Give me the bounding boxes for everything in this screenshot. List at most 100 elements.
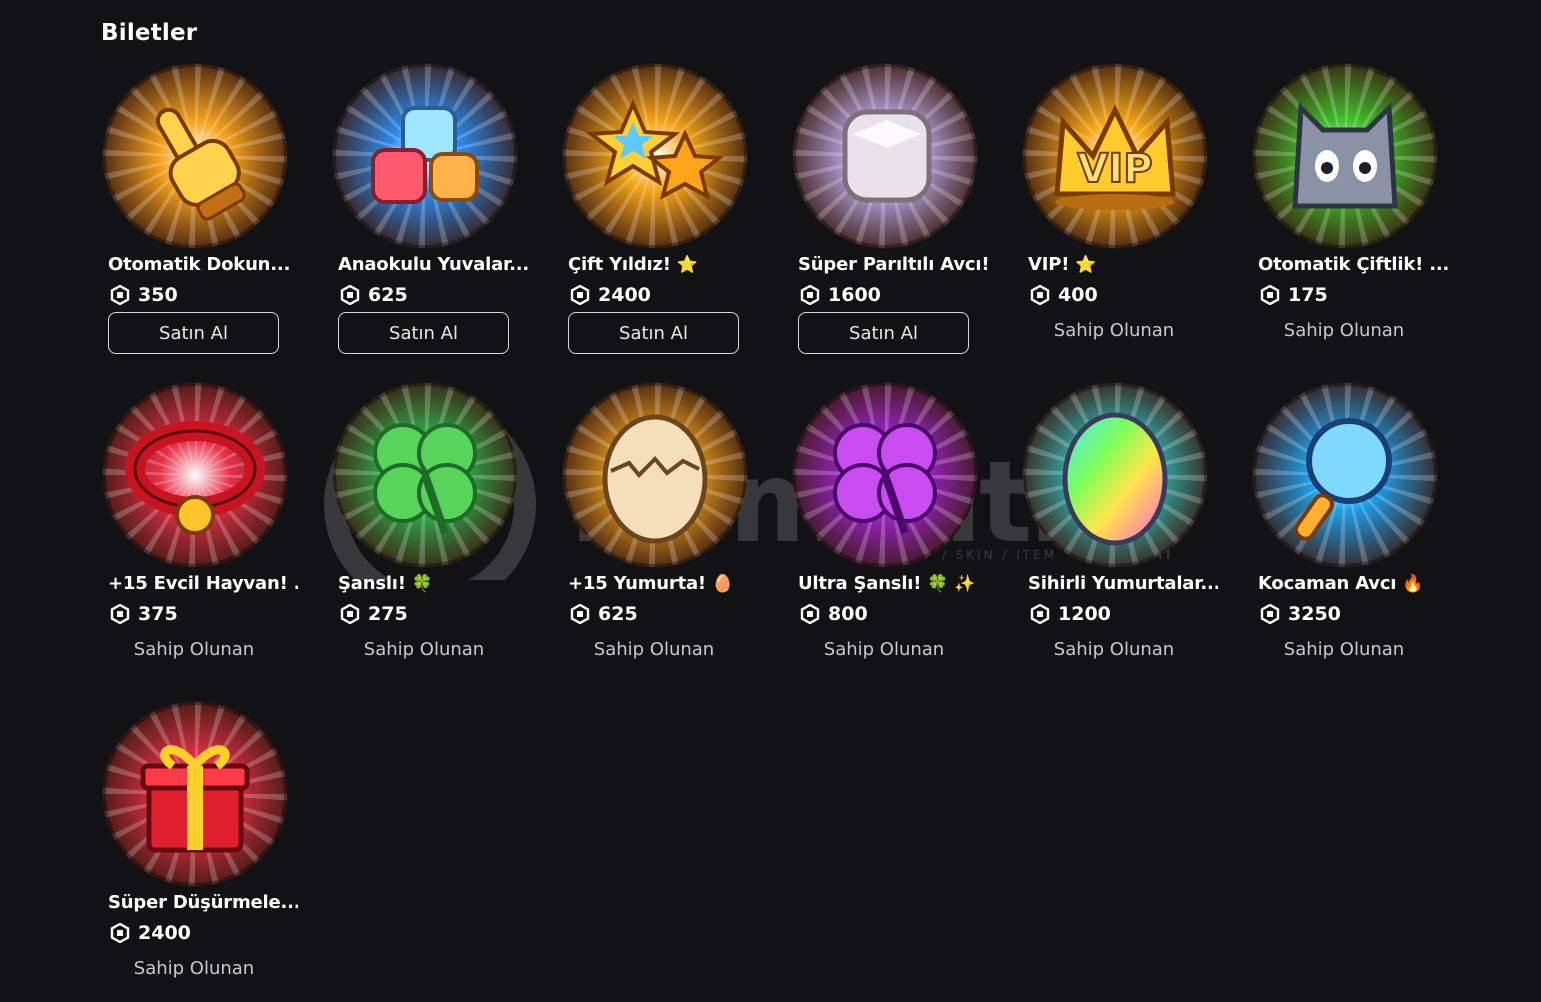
ticket-name-text: Kocaman Avcı bbox=[1258, 573, 1397, 594]
ticket-card[interactable]: +15 Evcil Hayvan! ... 375 Sahip Olunan bbox=[103, 383, 308, 683]
owned-status: Sahip Olunan bbox=[133, 639, 255, 660]
name-emoji-icon: ⭐ bbox=[676, 255, 698, 275]
pet-collar-icon[interactable] bbox=[103, 383, 287, 567]
ticket-name-text: Şanslı! bbox=[338, 573, 406, 594]
robux-icon bbox=[570, 603, 590, 625]
ticket-name-text: Süper Parıltılı Avcı! bbox=[798, 254, 988, 275]
ticket-name[interactable]: Sihirli Yumurtalar... bbox=[1028, 573, 1218, 594]
price-row: 800 bbox=[800, 601, 868, 627]
robux-icon bbox=[110, 603, 130, 625]
ticket-card[interactable]: Çift Yıldız! ⭐ 2400 Satın Al bbox=[563, 64, 768, 364]
ticket-card[interactable]: Ultra Şanslı! 🍀 ✨ 800 Sahip Olunan bbox=[793, 383, 998, 683]
ticket-name[interactable]: Anaokulu Yuvalar... bbox=[338, 254, 528, 275]
ticket-name[interactable]: Süper Parıltılı Avcı! bbox=[798, 254, 988, 275]
robux-icon bbox=[1260, 284, 1280, 306]
robux-icon bbox=[340, 603, 360, 625]
ticket-name[interactable]: VIP! ⭐ bbox=[1028, 254, 1218, 275]
ticket-name[interactable]: Ultra Şanslı! 🍀 ✨ bbox=[798, 573, 988, 594]
price-row: 2400 bbox=[110, 920, 191, 946]
purple-clover-icon[interactable] bbox=[793, 383, 977, 567]
robux-icon bbox=[1030, 284, 1050, 306]
ticket-card[interactable]: Anaokulu Yuvalar... 625 Satın Al bbox=[333, 64, 538, 364]
name-emoji-icon: 🥚 bbox=[711, 574, 733, 594]
owned-status: Sahip Olunan bbox=[133, 958, 255, 979]
ticket-name-text: +15 Yumurta! bbox=[568, 573, 706, 594]
owned-status: Sahip Olunan bbox=[1283, 639, 1405, 660]
ticket-name[interactable]: +15 Yumurta! 🥚 bbox=[568, 573, 758, 594]
price-row: 375 bbox=[110, 601, 178, 627]
owned-status: Sahip Olunan bbox=[1053, 639, 1175, 660]
owned-status: Sahip Olunan bbox=[823, 639, 945, 660]
ticket-grid: Otomatik Dokun... 350 Satın Al Anaokulu Yuv… bbox=[0, 0, 1541, 988]
ticket-price: 275 bbox=[368, 603, 408, 625]
robux-icon bbox=[1260, 603, 1280, 625]
svg-text:VIP: VIP bbox=[1077, 146, 1152, 192]
ticket-name-text: Ultra Şanslı! bbox=[798, 573, 922, 594]
robux-icon bbox=[570, 284, 590, 306]
cat-block-icon[interactable] bbox=[1253, 64, 1437, 248]
robux-icon bbox=[340, 284, 360, 306]
vip-crown-icon[interactable]: VIP bbox=[1023, 64, 1207, 248]
rainbow-egg-icon[interactable] bbox=[1023, 383, 1207, 567]
robux-icon bbox=[110, 284, 130, 306]
ticket-price: 2400 bbox=[138, 922, 191, 944]
price-row: 3250 bbox=[1260, 601, 1341, 627]
price-row: 2400 bbox=[570, 282, 651, 308]
clover-icon[interactable] bbox=[333, 383, 517, 567]
price-row: 175 bbox=[1260, 282, 1328, 308]
ticket-name[interactable]: Çift Yıldız! ⭐ bbox=[568, 254, 758, 275]
price-row: 350 bbox=[110, 282, 178, 308]
ticket-name-text: Otomatik Dokun... bbox=[108, 254, 291, 275]
price-row: 275 bbox=[340, 601, 408, 627]
price-row: 625 bbox=[570, 601, 638, 627]
owned-status: Sahip Olunan bbox=[1283, 320, 1405, 341]
robux-icon bbox=[800, 284, 820, 306]
ticket-name-text: Sihirli Yumurtalar... bbox=[1028, 573, 1218, 594]
ticket-card[interactable]: Süper Parıltılı Avcı! 1600 Satın Al bbox=[793, 64, 998, 364]
ticket-price: 1200 bbox=[1058, 603, 1111, 625]
gift-box-icon[interactable] bbox=[103, 702, 287, 886]
ticket-card[interactable]: Otomatik Çiftlik! ... 175 Sahip Olunan bbox=[1253, 64, 1458, 364]
ticket-name-text: Süper Düşürmele... bbox=[108, 892, 298, 913]
price-row: 400 bbox=[1030, 282, 1098, 308]
ticket-name[interactable]: Otomatik Dokun... bbox=[108, 254, 298, 275]
buy-button[interactable]: Satın Al bbox=[798, 312, 969, 354]
magnifier-icon[interactable] bbox=[1253, 383, 1437, 567]
name-emoji-icon: 🍀 ✨ bbox=[927, 574, 975, 594]
ticket-name[interactable]: +15 Evcil Hayvan! ... bbox=[108, 573, 298, 594]
ticket-price: 625 bbox=[368, 284, 408, 306]
shiny-dice-icon[interactable] bbox=[793, 64, 977, 248]
ticket-card[interactable]: Kocaman Avcı 🔥 3250 Sahip Olunan bbox=[1253, 383, 1458, 683]
name-emoji-icon: 🍀 bbox=[411, 574, 433, 594]
ticket-card[interactable]: +15 Yumurta! 🥚 625 Sahip Olunan bbox=[563, 383, 768, 683]
robux-icon bbox=[1030, 603, 1050, 625]
buy-button[interactable]: Satın Al bbox=[338, 312, 509, 354]
ticket-card[interactable]: Sihirli Yumurtalar... 1200 Sahip Olunan bbox=[1023, 383, 1228, 683]
ticket-name-text: Otomatik Çiftlik! ... bbox=[1258, 254, 1448, 275]
ticket-card[interactable]: Otomatik Dokun... 350 Satın Al bbox=[103, 64, 308, 364]
name-emoji-icon: ⭐ bbox=[1075, 255, 1097, 275]
double-star-icon[interactable] bbox=[563, 64, 747, 248]
price-row: 1600 bbox=[800, 282, 881, 308]
dice-blocks-icon[interactable] bbox=[333, 64, 517, 248]
robux-icon bbox=[800, 603, 820, 625]
ticket-name[interactable]: Kocaman Avcı 🔥 bbox=[1258, 573, 1448, 594]
ticket-price: 175 bbox=[1288, 284, 1328, 306]
buy-button[interactable]: Satın Al bbox=[568, 312, 739, 354]
pointing-hand-icon[interactable] bbox=[103, 64, 287, 248]
ticket-card[interactable]: Süper Düşürmele... 2400 Sahip Olunan bbox=[103, 702, 308, 1002]
ticket-price: 800 bbox=[828, 603, 868, 625]
buy-button[interactable]: Satın Al bbox=[108, 312, 279, 354]
ticket-price: 1600 bbox=[828, 284, 881, 306]
owned-status: Sahip Olunan bbox=[593, 639, 715, 660]
ticket-name[interactable]: Otomatik Çiftlik! ... bbox=[1258, 254, 1448, 275]
ticket-card[interactable]: VIP VIP! ⭐ 400 Sahip Olunan bbox=[1023, 64, 1228, 364]
ticket-name[interactable]: Şanslı! 🍀 bbox=[338, 573, 528, 594]
owned-status: Sahip Olunan bbox=[363, 639, 485, 660]
ticket-name-text: +15 Evcil Hayvan! ... bbox=[108, 573, 298, 594]
ticket-name[interactable]: Süper Düşürmele... bbox=[108, 892, 298, 913]
ticket-card[interactable]: Şanslı! 🍀 275 Sahip Olunan bbox=[333, 383, 538, 683]
egg-icon[interactable] bbox=[563, 383, 747, 567]
ticket-name-text: Çift Yıldız! bbox=[568, 254, 671, 275]
ticket-price: 350 bbox=[138, 284, 178, 306]
